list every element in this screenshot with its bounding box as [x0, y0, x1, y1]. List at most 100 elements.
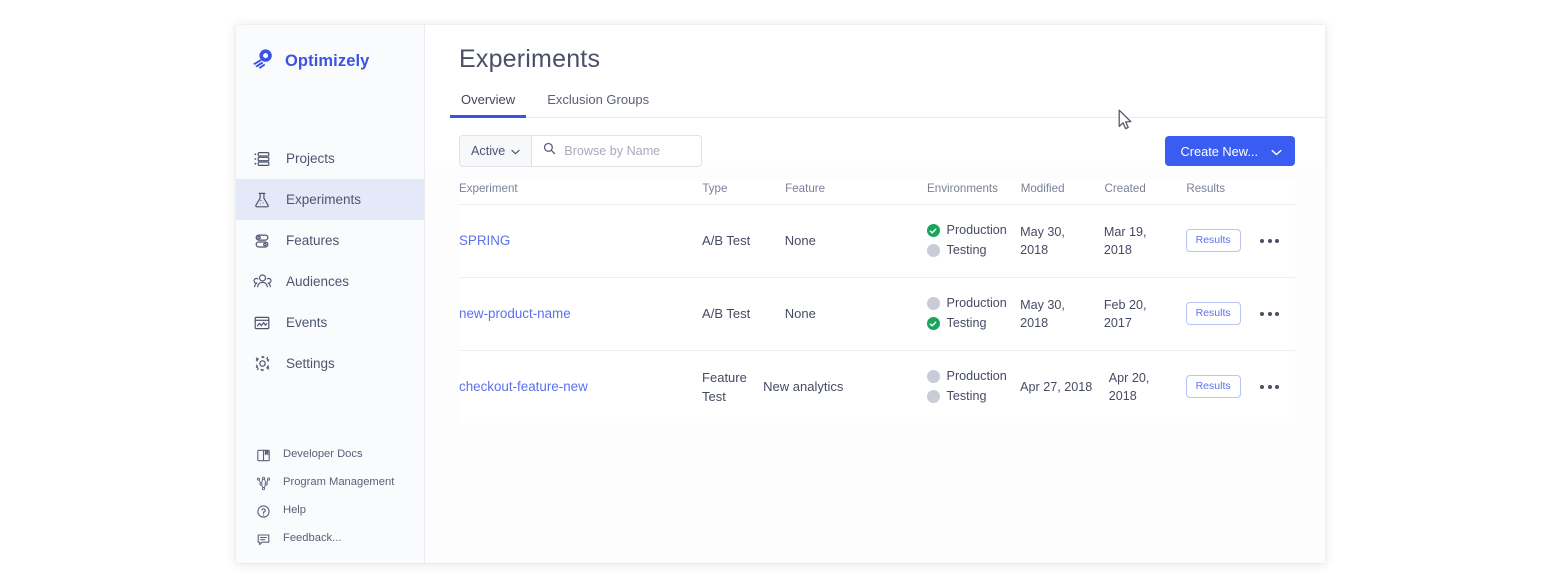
status-off-icon	[926, 297, 940, 311]
modified-cell: Apr 27, 2018	[1020, 379, 1093, 394]
tab-bar: Overview Exclusion Groups	[449, 92, 1325, 118]
column-header-actions	[1246, 181, 1295, 183]
status-off-icon	[926, 244, 940, 258]
created-cell: Apr 20, 2018	[1108, 370, 1150, 403]
type-cell: Feature Test	[702, 369, 747, 404]
sidebar-item-developer-docs[interactable]: Developer Docs	[236, 441, 424, 469]
page-header: Experiments Overview Exclusion Groups	[425, 25, 1325, 118]
environment-status-testing: Testing	[926, 317, 1013, 331]
experiment-name-cell: new-product-name	[459, 305, 702, 323]
type-cell: A/B Test	[702, 306, 751, 322]
sidebar-item-projects[interactable]: Projects	[236, 138, 424, 179]
projects-list-icon	[252, 149, 272, 169]
people-icon	[252, 272, 272, 292]
brand-logo[interactable]: Optimizely	[236, 25, 424, 81]
environment-status-production: Production	[926, 223, 1013, 238]
status-filter-value: Active	[471, 144, 506, 158]
experiment-name-cell: SPRING	[459, 232, 702, 250]
main-content: Experiments Overview Exclusion Groups Ac…	[425, 25, 1325, 563]
results-button[interactable]: Results	[1185, 301, 1241, 326]
network-nodes-icon	[255, 475, 271, 491]
environment-status-production: Production	[926, 296, 1013, 311]
type-cell: A/B Test	[702, 233, 751, 249]
create-new-button[interactable]: Create New...	[1165, 136, 1295, 166]
results-button[interactable]: Results	[1185, 374, 1241, 399]
sidebar-item-label: Audiences	[286, 273, 350, 289]
results-cell: Results	[1185, 374, 1246, 399]
filter-search-group: Active	[459, 135, 703, 167]
column-header-type: Type	[702, 182, 728, 195]
results-cell: Results	[1185, 228, 1246, 253]
sidebar-item-label: Projects	[286, 150, 335, 166]
status-off-icon	[926, 370, 940, 384]
sidebar-item-features[interactable]: Features	[236, 220, 424, 261]
toolbar: Active Browse by Name Create New...	[425, 118, 1325, 167]
column-header-environments: Environments	[927, 182, 998, 195]
column-header-created: Created	[1104, 182, 1146, 195]
environment-name: Production	[946, 296, 1007, 311]
sidebar-item-settings[interactable]: Settings	[236, 343, 424, 384]
kebab-menu-icon[interactable]	[1258, 379, 1281, 395]
environment-name: Production	[946, 223, 1007, 238]
book-icon	[255, 447, 271, 463]
toggles-icon	[252, 231, 272, 251]
column-header-modified: Modified	[1020, 182, 1065, 195]
environment-status-testing: Testing	[926, 244, 1013, 258]
search-box[interactable]	[532, 136, 701, 166]
column-header-feature: Feature	[785, 182, 826, 195]
feature-cell: None	[784, 233, 816, 249]
create-new-label: Create New...	[1180, 143, 1258, 159]
results-button[interactable]: Results	[1185, 228, 1241, 253]
results-cell: Results	[1185, 301, 1246, 326]
experiment-link[interactable]: new-product-name	[459, 306, 571, 321]
page-title: Experiments	[459, 45, 601, 73]
search-icon	[543, 142, 556, 160]
gear-icon	[252, 354, 272, 374]
sidebar-item-label: Developer Docs	[283, 448, 363, 461]
experiments-table: Experiment Type Feature Environments Mod…	[459, 181, 1295, 423]
status-filter-dropdown[interactable]: Active	[460, 136, 533, 166]
sidebar-item-experiments[interactable]: Experiments	[236, 179, 424, 220]
sidebar-item-program-management[interactable]: Program Management	[236, 469, 424, 497]
status-on-icon	[926, 317, 940, 331]
brand-name: Optimizely	[285, 52, 370, 70]
table-row[interactable]: checkout-feature-new Feature Test New an…	[459, 351, 1295, 423]
feature-cell: None	[784, 306, 816, 322]
sidebar-item-events[interactable]: Events	[236, 302, 424, 343]
environment-name: Production	[946, 369, 1007, 384]
environment-name: Testing	[946, 389, 987, 404]
kebab-menu-icon[interactable]	[1258, 306, 1281, 322]
sidebar-item-feedback[interactable]: Feedback...	[236, 525, 424, 553]
row-actions-cell	[1246, 306, 1295, 322]
sidebar-item-label: Experiments	[286, 191, 362, 207]
chart-window-icon	[252, 313, 272, 333]
column-header-experiment: Experiment	[459, 182, 518, 195]
kebab-menu-icon[interactable]	[1258, 233, 1281, 249]
application-window: Optimizely Projects Experiments Features…	[236, 25, 1325, 563]
sidebar-item-help[interactable]: Help	[236, 497, 424, 525]
sidebar-secondary-nav: Developer Docs Program Management Help F…	[236, 441, 424, 553]
tab-exclusion-groups[interactable]: Exclusion Groups	[545, 92, 651, 117]
column-header-results: Results	[1186, 182, 1226, 195]
sidebar-item-label: Help	[283, 504, 307, 517]
status-off-icon	[926, 390, 940, 404]
flask-icon	[252, 190, 272, 210]
chevron-down-icon	[1271, 144, 1282, 159]
table-row[interactable]: SPRING A/B Test None Production Testing …	[459, 205, 1295, 278]
environment-status-production: Production	[926, 369, 1013, 384]
sidebar-item-audiences[interactable]: Audiences	[236, 261, 424, 302]
modified-cell: May 30, 2018	[1020, 297, 1065, 330]
environments-cell: Production Testing	[926, 369, 1021, 404]
sidebar: Optimizely Projects Experiments Features…	[236, 25, 425, 563]
search-input[interactable]	[564, 144, 692, 158]
experiment-link[interactable]: checkout-feature-new	[459, 379, 588, 394]
chevron-down-icon	[511, 144, 520, 158]
table-header-row: Experiment Type Feature Environments Mod…	[459, 181, 1295, 205]
table-row[interactable]: new-product-name A/B Test None Productio…	[459, 278, 1295, 351]
optimizely-comet-logo-icon	[250, 46, 276, 77]
experiment-link[interactable]: SPRING	[459, 233, 510, 248]
tab-overview[interactable]: Overview	[449, 92, 527, 118]
environments-cell: Production Testing	[926, 296, 1021, 331]
sidebar-item-label: Features	[286, 232, 340, 248]
question-circle-icon	[255, 503, 271, 519]
